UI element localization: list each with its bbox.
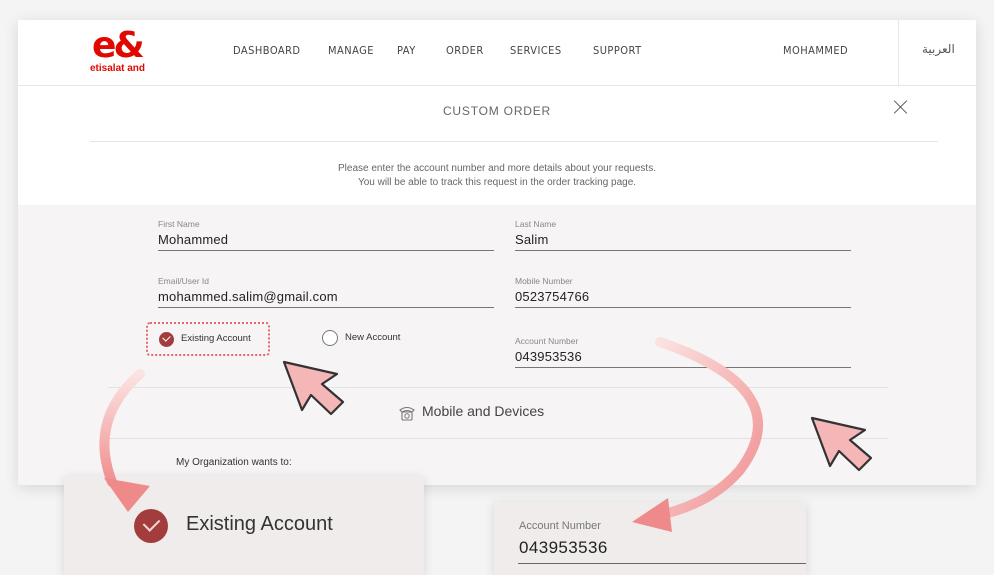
top-navigation-bar: e& etisalat and DASHBOARD MANAGE PAY ORD… bbox=[18, 20, 976, 86]
account-number-field[interactable]: Account Number 043953536 bbox=[515, 336, 851, 368]
mobile-number-label: Mobile Number bbox=[515, 276, 573, 286]
custom-order-card: e& etisalat and DASHBOARD MANAGE PAY ORD… bbox=[18, 20, 976, 485]
zoom-account-label: Account Number bbox=[519, 520, 601, 532]
radio-existing-label: Existing Account bbox=[181, 333, 251, 344]
radio-existing-account[interactable]: Existing Account bbox=[146, 322, 270, 356]
email-label: Email/User Id bbox=[158, 276, 210, 286]
organization-label: My Organization wants to: bbox=[176, 457, 292, 468]
user-menu[interactable]: MOHAMMED bbox=[783, 44, 848, 57]
phone-icon bbox=[399, 406, 415, 421]
radio-unchecked-icon bbox=[322, 330, 338, 346]
zoom-account-underline bbox=[518, 563, 806, 564]
account-number-label: Account Number bbox=[515, 336, 579, 346]
first-name-field[interactable]: First Name Mohammed bbox=[158, 219, 494, 251]
zoom-account-number: Account Number 043953536 bbox=[494, 502, 806, 575]
email-value[interactable]: mohammed.salim@gmail.com bbox=[158, 289, 494, 307]
nav-manage[interactable]: MANAGE bbox=[328, 44, 374, 57]
zoom-account-value: 043953536 bbox=[519, 538, 608, 557]
email-field[interactable]: Email/User Id mohammed.salim@gmail.com bbox=[158, 276, 494, 308]
brand-mark-icon: e& bbox=[92, 25, 145, 66]
language-switch[interactable]: العربية bbox=[922, 42, 955, 56]
section-title: Mobile and Devices bbox=[422, 403, 545, 419]
title-divider bbox=[90, 141, 938, 142]
radio-new-label: New Account bbox=[345, 332, 401, 343]
nav-services[interactable]: SERVICES bbox=[510, 44, 562, 57]
zoom-checked-icon bbox=[134, 509, 168, 543]
close-icon[interactable] bbox=[894, 100, 908, 114]
section-divider-top bbox=[108, 387, 888, 388]
mobile-number-value[interactable]: 0523754766 bbox=[515, 289, 851, 307]
radio-checked-icon bbox=[159, 332, 174, 347]
brand-name: etisalat and bbox=[90, 63, 146, 74]
brand-logo[interactable]: e& etisalat and bbox=[90, 26, 156, 80]
radio-new-account[interactable]: New Account bbox=[322, 330, 432, 350]
first-name-value[interactable]: Mohammed bbox=[158, 232, 494, 250]
mobile-number-field[interactable]: Mobile Number 0523754766 bbox=[515, 276, 851, 308]
last-name-label: Last Name bbox=[515, 219, 557, 229]
page-title: CUSTOM ORDER bbox=[442, 104, 552, 118]
intro-line-2: You will be able to track this request i… bbox=[357, 177, 637, 188]
nav-dashboard[interactable]: DASHBOARD bbox=[233, 44, 301, 57]
first-name-label: First Name bbox=[158, 219, 200, 229]
zoom-existing-account: Existing Account bbox=[64, 476, 424, 575]
nav-order[interactable]: ORDER bbox=[446, 44, 484, 57]
zoom-existing-label: Existing Account bbox=[186, 513, 333, 535]
nav-pay[interactable]: PAY bbox=[397, 44, 416, 57]
language-divider bbox=[898, 20, 899, 86]
nav-support[interactable]: SUPPORT bbox=[593, 44, 642, 57]
section-divider-bottom bbox=[108, 438, 888, 439]
last-name-field[interactable]: Last Name Salim bbox=[515, 219, 851, 251]
account-number-value[interactable]: 043953536 bbox=[515, 349, 851, 367]
intro-line-1: Please enter the account number and more… bbox=[338, 163, 656, 174]
last-name-value[interactable]: Salim bbox=[515, 232, 851, 250]
